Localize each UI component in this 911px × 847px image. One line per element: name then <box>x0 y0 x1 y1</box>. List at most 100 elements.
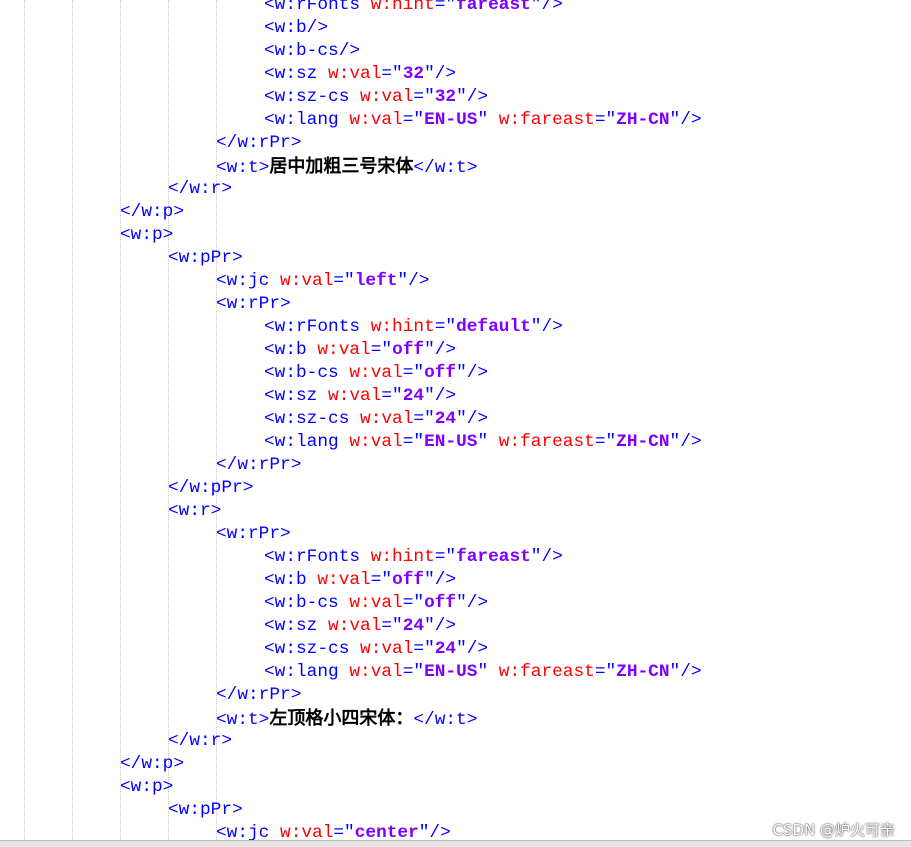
indent-guide-3 <box>120 0 121 840</box>
xml-tag-token: </w:rPr> <box>216 133 302 153</box>
xml-tag-token: <w:sz-cs <box>264 409 361 429</box>
xml-tag-token: =" <box>381 616 403 636</box>
xml-tag-token: =" <box>434 0 457 15</box>
xml-value-token: off <box>392 340 425 360</box>
code-line: <w:t>居中加粗三号宋体</w:t> <box>216 155 477 178</box>
indent-guide-1 <box>24 0 25 840</box>
code-line: <w:sz-cs w:val="24"/> <box>264 638 488 661</box>
xml-tag-token: "/> <box>424 64 457 84</box>
xml-value-token: default <box>456 317 531 337</box>
xml-tag-token: =" <box>333 271 355 291</box>
indent-guide-2 <box>72 0 73 840</box>
xml-tag-token: "/> <box>424 340 457 360</box>
code-line: <w:r> <box>168 500 221 523</box>
xml-attribute-token: w:val <box>349 593 403 613</box>
xml-tag-token: "/> <box>418 823 451 840</box>
xml-tag-token: =" <box>594 662 617 682</box>
code-line: <w:lang w:val="EN-US" w:fareast="ZH-CN"/… <box>264 109 702 132</box>
code-line: <w:rPr> <box>216 523 291 546</box>
xml-attribute-token: w:val <box>349 363 403 383</box>
xml-text-token: 左顶格小四宋体： <box>269 708 414 729</box>
xml-tag-token: "/> <box>424 386 457 406</box>
xml-attribute-token: w:val <box>349 432 403 452</box>
xml-tag-token: <w:sz-cs <box>264 87 361 107</box>
code-line: <w:b-cs w:val="off"/> <box>264 362 488 385</box>
xml-tag-token: <w:p> <box>120 777 174 797</box>
xml-tag-token: "/> <box>424 616 457 636</box>
xml-tag-token: "/> <box>397 271 430 291</box>
code-line: <w:pPr> <box>168 247 243 270</box>
xml-text-token: 居中加粗三号宋体 <box>269 156 414 177</box>
xml-tag-token: <w:pPr> <box>168 248 243 268</box>
xml-tag-token: <w:b <box>264 340 318 360</box>
code-line: <w:b-cs/> <box>264 40 360 63</box>
xml-value-token: left <box>354 271 398 291</box>
xml-tag-token: <w:b-cs/> <box>264 41 361 61</box>
xml-attribute-token: w:hint <box>370 0 435 15</box>
xml-tag-token: "/> <box>669 110 702 130</box>
xml-tag-token: <w:b/> <box>264 18 329 38</box>
xml-value-token: 24 <box>434 639 457 659</box>
xml-attribute-token: w:val <box>360 409 414 429</box>
xml-tag-token: <w:lang <box>264 662 350 682</box>
xml-value-token: fareast <box>456 0 531 15</box>
xml-tag-token: <w:rFonts <box>264 0 371 15</box>
xml-tag-token: "/> <box>530 317 563 337</box>
xml-tag-token: =" <box>402 662 425 682</box>
xml-tag-token: "/> <box>456 87 489 107</box>
xml-tag-token: <w:rPr> <box>216 294 291 314</box>
code-line: <w:p> <box>120 224 173 247</box>
xml-value-token: fareast <box>456 547 531 567</box>
xml-tag-token: "/> <box>669 432 702 452</box>
xml-tag-token: <w:jc <box>216 271 281 291</box>
xml-attribute-token: w:val <box>328 386 382 406</box>
code-line: <w:lang w:val="EN-US" w:fareast="ZH-CN"/… <box>264 661 702 684</box>
xml-value-token: ZH-CN <box>616 432 670 452</box>
xml-attribute-token: w:val <box>328 64 382 84</box>
code-line: <w:rFonts w:hint="fareast"/> <box>264 546 563 569</box>
xml-tag-token: =" <box>370 570 393 590</box>
xml-tag-token: "/> <box>456 409 489 429</box>
xml-tag-token: </w:p> <box>120 754 185 774</box>
xml-editor-pane[interactable]: <w:rFonts w:hint="fareast"/> <w:b/> <w:b-c… <box>0 0 911 840</box>
code-line: </w:pPr> <box>168 477 253 500</box>
code-line: </w:r> <box>168 730 232 753</box>
xml-tag-token: <w:b-cs <box>264 593 350 613</box>
xml-tag-token: <w:sz <box>264 386 329 406</box>
xml-attribute-token: w:val <box>360 87 414 107</box>
xml-attribute-token: w:val <box>360 639 414 659</box>
xml-attribute-token: w:fareast <box>498 662 595 682</box>
xml-value-token: off <box>424 363 457 383</box>
code-line: </w:rPr> <box>216 684 301 707</box>
xml-tag-token: <w:t> <box>216 710 270 730</box>
xml-tag-token: =" <box>370 340 393 360</box>
code-line: <w:b w:val="off"/> <box>264 569 456 592</box>
code-line: <w:sz w:val="32"/> <box>264 63 456 86</box>
xml-tag-token: "/> <box>669 662 702 682</box>
code-line: <w:b w:val="off"/> <box>264 339 456 362</box>
xml-attribute-token: w:val <box>349 662 403 682</box>
xml-tag-token: "/> <box>456 593 489 613</box>
xml-attribute-token: w:val <box>280 271 334 291</box>
xml-tag-token: <w:b <box>264 570 318 590</box>
xml-attribute-token: w:fareast <box>498 110 595 130</box>
xml-tag-token: </w:rPr> <box>216 685 302 705</box>
xml-value-token: ZH-CN <box>616 662 670 682</box>
xml-tag-token: =" <box>413 409 435 429</box>
xml-tag-token: <w:rFonts <box>264 547 371 567</box>
xml-value-token: off <box>424 593 457 613</box>
xml-value-token: ZH-CN <box>616 110 670 130</box>
xml-attribute-token: w:hint <box>370 317 435 337</box>
xml-tag-token: <w:b-cs <box>264 363 350 383</box>
xml-tag-token: =" <box>594 110 617 130</box>
xml-value-token: EN-US <box>424 432 478 452</box>
xml-tag-token: =" <box>434 317 457 337</box>
xml-tag-token: "/> <box>424 570 457 590</box>
xml-value-token: 24 <box>402 386 425 406</box>
xml-value-token: off <box>392 570 425 590</box>
code-line: </w:rPr> <box>216 132 301 155</box>
xml-tag-token: "/> <box>530 547 563 567</box>
code-line: <w:b/> <box>264 17 328 40</box>
xml-value-token: 32 <box>434 87 457 107</box>
xml-attribute-token: w:hint <box>370 547 435 567</box>
